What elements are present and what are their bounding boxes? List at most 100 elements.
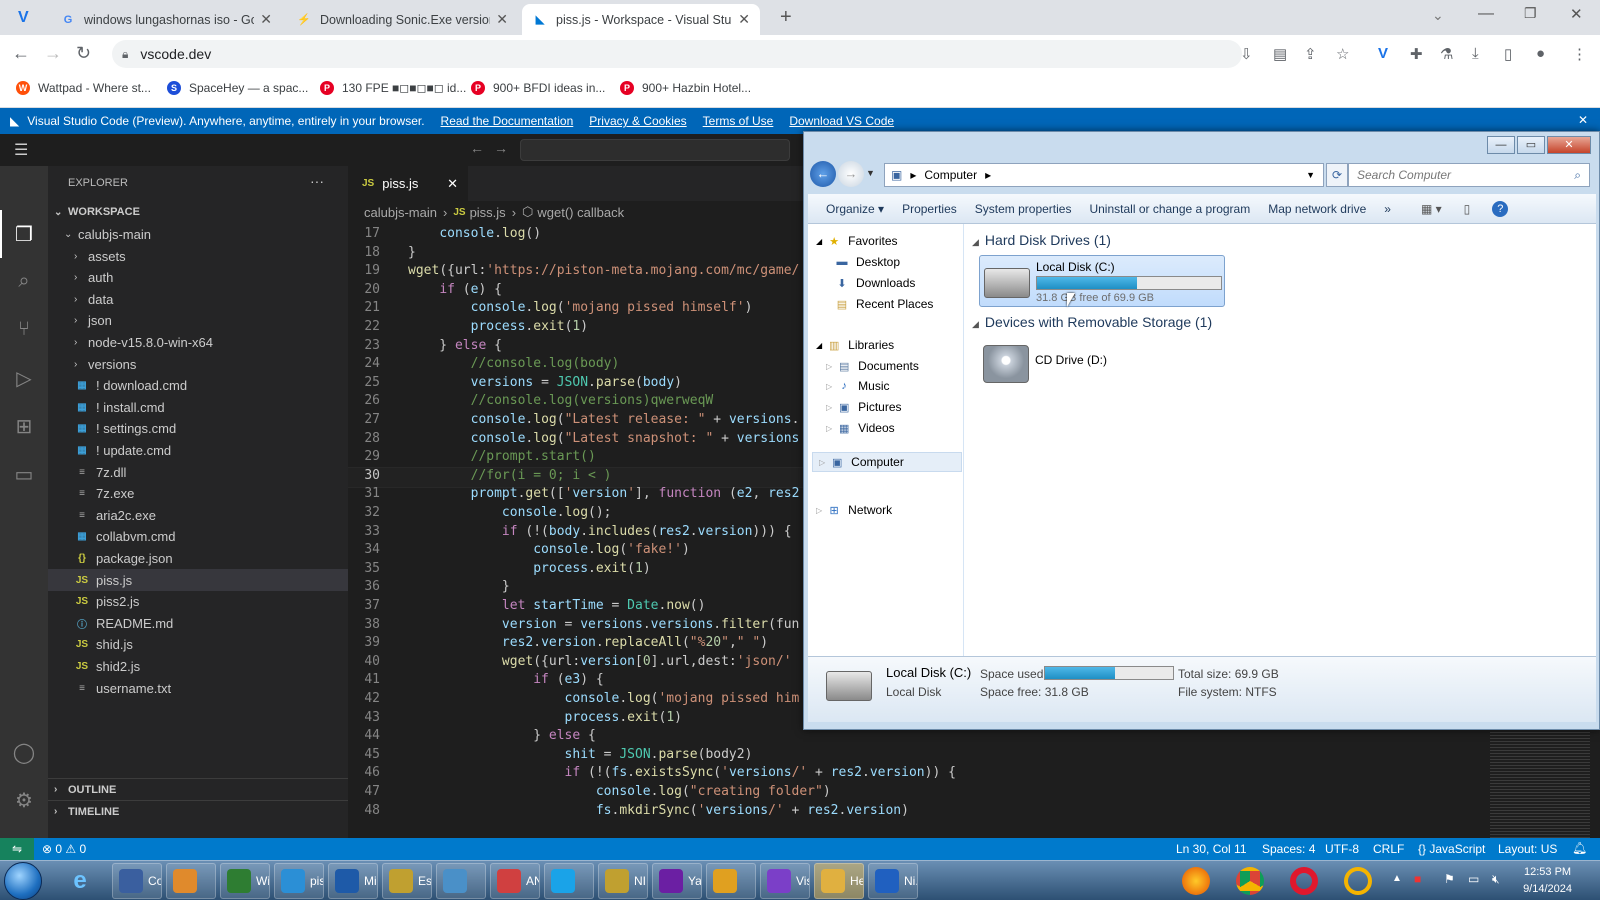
code-line[interactable]: 41 if (e3) { [348,672,805,691]
ring-app-icon[interactable] [1344,867,1372,895]
organize-button[interactable]: Organize ▾ [826,202,884,216]
minimize-icon[interactable]: — [1478,5,1494,23]
taskbar-app-button[interactable] [544,863,594,899]
code-line[interactable]: 24 //console.log(body) [348,356,805,375]
hamburger-menu-icon[interactable]: ☰ [14,140,28,160]
code-line[interactable]: 33 if (!(body.includes(res2.version))) { [348,524,805,543]
browser-tab-vscode[interactable]: ◣ piss.js - Workspace - Visual Stu ✕ [522,4,760,35]
file-tree-item[interactable]: ▦ ! update.cmd [48,439,348,461]
close-tab-icon[interactable]: ✕ [738,11,750,28]
close-banner-icon[interactable]: ✕ [1578,113,1588,127]
restore-icon[interactable]: ❐ [1524,5,1537,22]
timeline-section[interactable]: › TIMELINE [48,800,348,822]
browser-tab-google[interactable]: G windows lungashornas iso - Goo ✕ [50,4,282,35]
action-center-icon[interactable]: ⚑ [1444,872,1455,886]
code-line[interactable]: 40 wget({url:version[0].url,dest:'json/' [348,654,805,673]
file-tree-item[interactable]: ▦ ! settings.cmd [48,418,348,440]
start-orb-icon[interactable] [4,862,42,900]
extension-icon[interactable]: V [1378,45,1388,62]
code-line[interactable]: 31 prompt.get(['version'], function (e2,… [348,486,805,505]
line-endings[interactable]: CRLF [1373,842,1404,856]
firefox-icon[interactable] [1182,867,1210,895]
code-line[interactable]: 27 console.log("Latest release: " + vers… [348,412,805,431]
search-computer-input[interactable]: Search Computer ⌕ [1348,163,1590,187]
run-debug-icon[interactable]: ▷ [12,366,36,390]
nav-downloads[interactable]: ⬇ Downloads [834,276,915,290]
nav-forward-icon[interactable]: → [494,140,508,156]
code-line[interactable]: 18} [348,245,805,264]
nav-music[interactable]: ▷ ♪ Music [826,379,890,393]
explorer-files-icon[interactable]: ❐ [12,222,36,246]
minimap[interactable] [1490,730,1590,838]
more-actions-icon[interactable]: ··· [310,173,324,189]
back-icon[interactable]: ← [12,43,30,64]
vivaldi-icon[interactable]: V [18,9,29,27]
nav-back-icon[interactable]: ← [470,140,484,156]
new-tab-button[interactable]: + [780,6,792,29]
code-line[interactable]: 25 versions = JSON.parse(body) [348,375,805,394]
recent-pages-chevron-icon[interactable]: ▼ [866,168,875,178]
settings-gear-icon[interactable]: ⚙ [12,788,36,812]
taskbar-app-button[interactable]: Ni... [868,863,918,899]
volume-muted-icon[interactable]: 🔇︎ [1492,872,1500,887]
workspace-section[interactable]: ⌄ WORKSPACE [48,201,348,223]
more-commands-button[interactable]: » [1384,202,1391,216]
file-tree-item[interactable]: › auth [48,267,348,289]
flask-icon[interactable]: ⚗ [1440,45,1453,63]
file-tree-item[interactable]: JS shid2.js [48,655,348,677]
file-tree-item[interactable]: ≡ 7z.exe [48,483,348,505]
local-disk-c-tile[interactable]: Local Disk (C:) 31.8 GB free of 69.9 GB [979,255,1225,307]
folder-root[interactable]: ⌄ calubjs-main [48,223,348,245]
nav-network[interactable]: ▷ ⊞ Network [816,503,892,517]
bookmark-wattpad[interactable]: W Wattpad - Where st... [16,81,151,95]
breadcrumb-file[interactable]: piss.js [470,205,506,220]
code-line[interactable]: 45 shit = JSON.parse(body2) [348,747,805,766]
group-removable-storage[interactable]: ◢ Devices with Removable Storage (1) [972,314,1212,330]
network-tray-icon[interactable]: ▭ [1468,872,1479,886]
code-area[interactable]: 17 console.log() 18} 19 wget({url:'https://… [348,226,805,838]
browser-tab-download[interactable]: ⚡ Downloading Sonic.Exe version ✕ [286,4,518,35]
change-view-icon[interactable]: ▦ ▾ [1421,202,1442,216]
forward-icon[interactable]: → [44,43,62,64]
encoding[interactable]: UTF-8 [1325,842,1359,856]
code-line[interactable]: 26 //console.log(versions)qwerweqW [348,393,805,412]
extensions-icon[interactable]: ⊞ [12,414,36,438]
remote-indicator-icon[interactable]: ⇋ [0,838,34,860]
file-tree-item[interactable]: ▦ ! install.cmd [48,396,348,418]
code-line[interactable]: 46 if (!(fs.existsSync('versions/' + res… [805,765,1248,784]
source-control-icon[interactable]: ⑂ [12,318,36,342]
taskbar-app-button[interactable] [166,863,216,899]
file-tree-item[interactable]: ⓘ README.md [48,612,348,634]
terms-link[interactable]: Terms of Use [703,114,774,128]
system-properties-button[interactable]: System properties [975,202,1072,216]
close-tab-icon[interactable]: ✕ [496,11,508,28]
code-line[interactable]: 47 console.log("creating folder") [348,784,805,803]
opera-icon[interactable] [1290,867,1318,895]
code-line[interactable]: 28 console.log("Latest snapshot: " + ver… [348,431,805,450]
nav-documents[interactable]: ▷ ▤ Documents [826,359,919,373]
outline-section[interactable]: › OUTLINE [48,778,348,800]
file-tree-item[interactable]: › node-v15.8.0-win-x64 [48,331,348,353]
command-center[interactable] [520,139,790,161]
reload-icon[interactable]: ↻ [76,43,91,64]
code-line[interactable]: 19 wget({url:'https://piston-meta.mojang.… [348,263,805,282]
close-window-icon[interactable]: ✕ [1570,5,1583,23]
taskbar-app-button[interactable] [706,863,756,899]
back-arrow-icon[interactable]: ← [810,161,836,187]
address-dropdown-icon[interactable]: ▼ [1306,170,1315,180]
nav-computer[interactable]: ▷ ▣ Computer [812,452,962,472]
notifications-bell-icon[interactable]: 🔔︎ [1572,841,1587,855]
bookmark-spacehey[interactable]: S SpaceHey — a spac... [167,81,308,95]
code-line[interactable]: 48 fs.mkdirSync('versions/' + res2.versi… [348,803,805,822]
tray-app-icon[interactable]: ■ [1414,872,1421,886]
nav-pictures[interactable]: ▷ ▣ Pictures [826,400,902,414]
code-line[interactable]: 43 process.exit(1) [348,710,805,729]
keyboard-layout[interactable]: Layout: US [1498,842,1557,856]
page-icon[interactable]: ▤ [1273,45,1287,63]
cd-drive-d-tile[interactable]: CD Drive (D:) [979,337,1225,389]
code-line[interactable]: 44 } else { [348,728,805,747]
win-maximize-button[interactable]: ▭ [1517,136,1545,154]
code-line[interactable]: 30 //for(i = 0; i < ) [348,466,805,488]
code-line[interactable]: 29 //prompt.start() [348,449,805,468]
breadcrumb-symbol[interactable]: wget() callback [537,205,624,220]
